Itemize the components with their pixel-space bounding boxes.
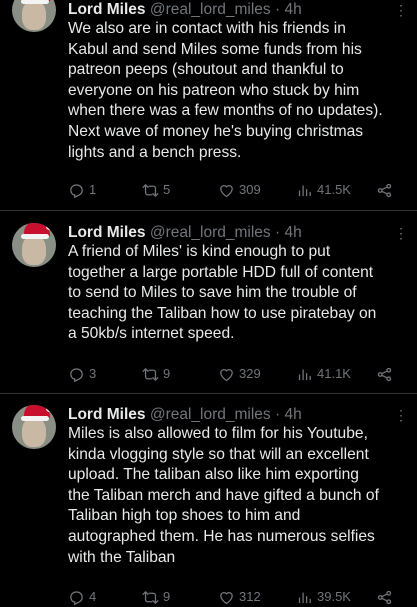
retweet-button[interactable]: 9 xyxy=(142,364,170,384)
views-button[interactable]: 39.5K xyxy=(296,587,351,607)
action-bar: 3 9 329 41.1K xyxy=(68,364,398,384)
timestamp[interactable]: 4h xyxy=(284,1,301,18)
tweet-text: A friend of Miles' is kind enough to put… xyxy=(68,243,377,343)
views-count: 41.5K xyxy=(317,182,351,197)
share-icon xyxy=(377,183,392,197)
author-name[interactable]: Lord Miles xyxy=(68,406,146,423)
reply-button[interactable]: 3 xyxy=(68,364,96,384)
reply-icon xyxy=(70,590,83,605)
views-icon xyxy=(298,369,311,380)
retweet-count: 9 xyxy=(163,589,171,604)
tweet[interactable]: Lord Miles @real_lord_miles · 4h ⋮ We al… xyxy=(0,0,417,210)
tweet-text: Miles is also allowed to film for his Yo… xyxy=(68,425,379,566)
retweet-count: 9 xyxy=(163,366,171,381)
retweet-count: 5 xyxy=(163,182,171,197)
retweet-icon xyxy=(142,367,159,381)
more-icon[interactable]: ⋮ xyxy=(394,0,408,20)
author-name[interactable]: Lord Miles xyxy=(68,224,146,241)
like-button[interactable]: 309 xyxy=(218,180,261,200)
views-icon xyxy=(298,592,311,603)
heart-icon xyxy=(220,184,233,197)
views-button[interactable]: 41.5K xyxy=(296,180,351,200)
more-icon[interactable]: ⋮ xyxy=(394,223,408,243)
avatar[interactable] xyxy=(12,223,56,267)
views-icon xyxy=(298,185,311,196)
author-name[interactable]: Lord Miles xyxy=(68,1,146,18)
like-button[interactable]: 312 xyxy=(218,587,261,607)
reply-count: 1 xyxy=(89,182,97,197)
divider xyxy=(0,210,417,211)
reply-count: 3 xyxy=(89,366,97,381)
avatar[interactable] xyxy=(12,405,56,449)
timestamp[interactable]: 4h xyxy=(284,406,301,423)
avatar[interactable] xyxy=(12,0,56,32)
share-button[interactable] xyxy=(376,587,393,607)
divider xyxy=(0,393,417,394)
reply-button[interactable]: 4 xyxy=(68,587,96,607)
tweet[interactable]: Lord Miles @real_lord_miles · 4h ⋮ Miles… xyxy=(0,405,417,607)
timestamp[interactable]: 4h xyxy=(284,224,301,241)
tweet-header: Lord Miles @real_lord_miles · 4h xyxy=(68,1,302,18)
tweet-header: Lord Miles @real_lord_miles · 4h xyxy=(68,406,302,423)
like-count: 329 xyxy=(239,366,261,381)
action-bar: 1 5 309 41.5K xyxy=(68,180,398,200)
views-count: 39.5K xyxy=(317,589,351,604)
retweet-icon xyxy=(142,183,159,197)
tweet[interactable]: Lord Miles @real_lord_miles · 4h ⋮ A fri… xyxy=(0,223,417,393)
like-count: 309 xyxy=(239,182,261,197)
like-count: 312 xyxy=(239,589,261,604)
more-icon[interactable]: ⋮ xyxy=(394,405,408,425)
share-button[interactable] xyxy=(376,180,393,200)
retweet-icon xyxy=(142,590,159,604)
reply-count: 4 xyxy=(89,589,97,604)
share-icon xyxy=(377,367,392,381)
share-icon xyxy=(377,590,392,604)
tweet-text: We also are in contact with his friends … xyxy=(68,20,383,161)
views-count: 41.1K xyxy=(317,366,351,381)
like-button[interactable]: 329 xyxy=(218,364,261,384)
author-handle[interactable]: @real_lord_miles xyxy=(150,406,271,423)
share-button[interactable] xyxy=(376,364,393,384)
action-bar: 4 9 312 39.5K xyxy=(68,587,398,607)
author-handle[interactable]: @real_lord_miles xyxy=(150,224,271,241)
heart-icon xyxy=(220,591,233,604)
author-handle[interactable]: @real_lord_miles xyxy=(150,1,271,18)
reply-button[interactable]: 1 xyxy=(68,180,96,200)
reply-icon xyxy=(70,183,83,198)
tweet-header: Lord Miles @real_lord_miles · 4h xyxy=(68,224,302,241)
retweet-button[interactable]: 5 xyxy=(142,180,170,200)
views-button[interactable]: 41.1K xyxy=(296,364,351,384)
heart-icon xyxy=(220,368,233,381)
retweet-button[interactable]: 9 xyxy=(142,587,170,607)
reply-icon xyxy=(70,367,83,382)
